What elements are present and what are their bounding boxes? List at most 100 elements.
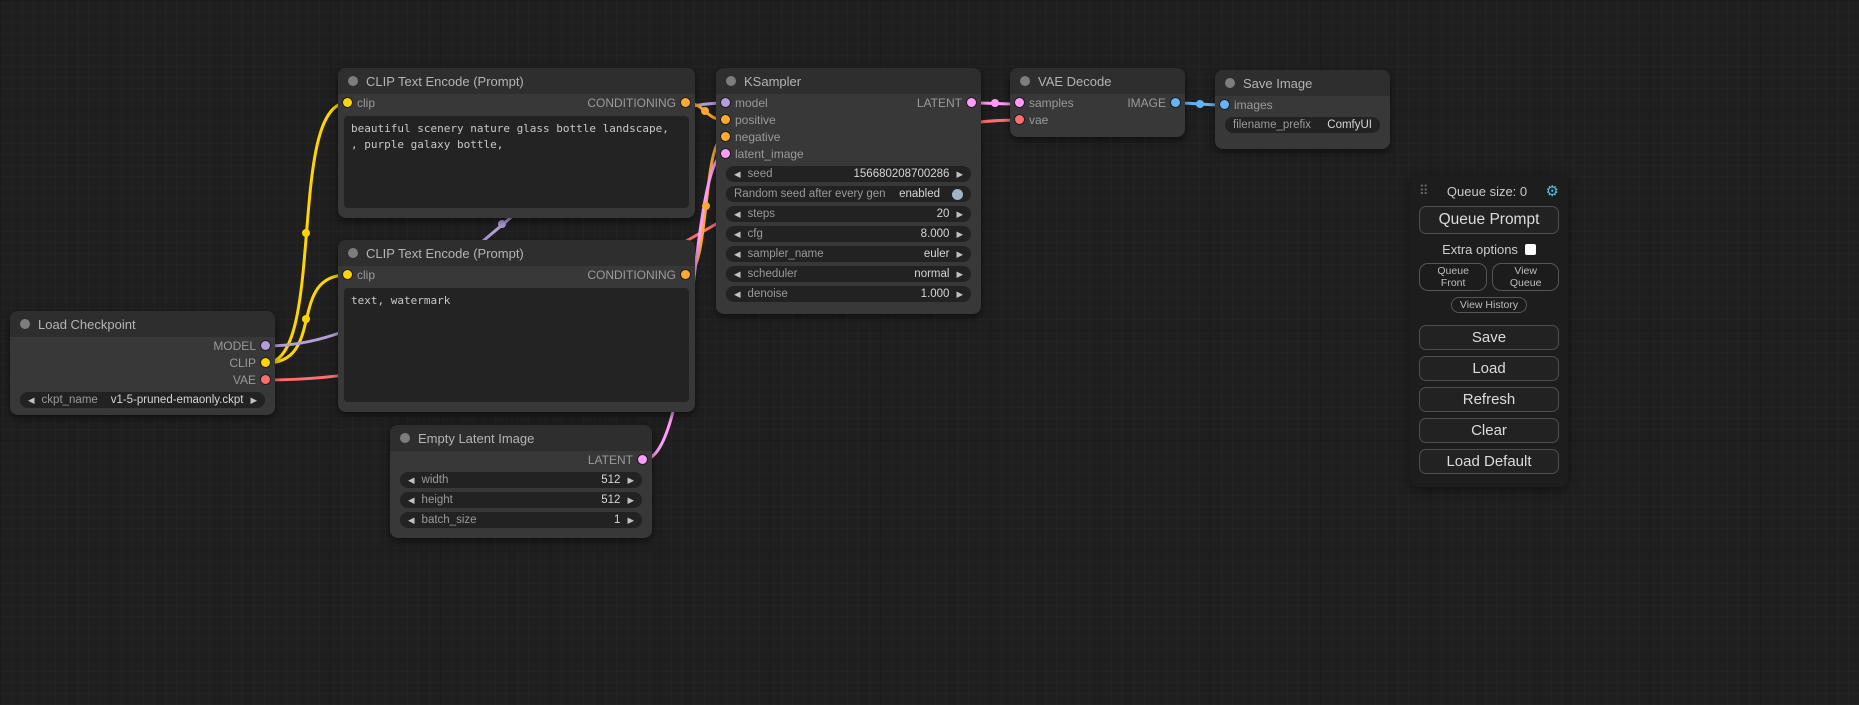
drag-handle-icon[interactable]: ⠿ bbox=[1419, 183, 1429, 199]
load-button[interactable]: Load bbox=[1419, 356, 1559, 381]
collapse-dot-icon[interactable] bbox=[348, 248, 358, 258]
view-history-button[interactable]: View History bbox=[1451, 297, 1527, 313]
output-dot-latent[interactable] bbox=[967, 98, 976, 107]
node-title-bar[interactable]: KSampler bbox=[716, 68, 981, 94]
seed-widget[interactable]: ◀ seed 156680208700286 ▶ bbox=[726, 166, 971, 182]
node-empty-latent-image[interactable]: Empty Latent Image LATENT ◀ width 512 ▶ … bbox=[390, 425, 652, 538]
output-dot-vae[interactable] bbox=[261, 375, 270, 384]
node-title-bar[interactable]: Load Checkpoint bbox=[10, 311, 275, 337]
node-title: CLIP Text Encode (Prompt) bbox=[366, 246, 524, 261]
output-dot-clip[interactable] bbox=[261, 358, 270, 367]
cfg-widget[interactable]: ◀ cfg 8.000 ▶ bbox=[726, 226, 971, 242]
positive-prompt-textarea[interactable]: beautiful scenery nature glass bottle la… bbox=[344, 116, 689, 208]
slot-label: IMAGE bbox=[1127, 96, 1166, 110]
widget-value: 156680208700286 bbox=[854, 168, 950, 180]
input-dot-vae[interactable] bbox=[1015, 115, 1024, 124]
node-load-checkpoint[interactable]: Load Checkpoint MODEL CLIP VAE ◀ ckpt_na… bbox=[10, 311, 275, 415]
refresh-button[interactable]: Refresh bbox=[1419, 387, 1559, 412]
output-dot-model[interactable] bbox=[261, 341, 270, 350]
save-button[interactable]: Save bbox=[1419, 325, 1559, 350]
increment-arrow-icon[interactable]: ▶ bbox=[956, 250, 963, 259]
ckpt-name-widget[interactable]: ◀ ckpt_name v1-5-pruned-emaonly.ckpt ▶ bbox=[20, 392, 265, 408]
node-clip-text-encode-positive[interactable]: CLIP Text Encode (Prompt) clip CONDITION… bbox=[338, 68, 695, 218]
node-title-bar[interactable]: VAE Decode bbox=[1010, 68, 1185, 94]
steps-widget[interactable]: ◀ steps 20 ▶ bbox=[726, 206, 971, 222]
filename-prefix-widget[interactable]: filename_prefix ComfyUI bbox=[1225, 117, 1380, 133]
node-title-bar[interactable]: Save Image bbox=[1215, 70, 1390, 96]
height-widget[interactable]: ◀ height 512 ▶ bbox=[400, 492, 642, 508]
output-dot-conditioning[interactable] bbox=[681, 98, 690, 107]
decrement-arrow-icon[interactable]: ◀ bbox=[408, 476, 415, 485]
history-row: View History bbox=[1419, 297, 1559, 313]
clear-button[interactable]: Clear bbox=[1419, 418, 1559, 443]
collapse-dot-icon[interactable] bbox=[20, 319, 30, 329]
output-slot-latent: LATENT bbox=[390, 451, 652, 468]
input-dot-images[interactable] bbox=[1220, 100, 1229, 109]
output-dot-image[interactable] bbox=[1171, 98, 1180, 107]
increment-arrow-icon[interactable]: ▶ bbox=[956, 170, 963, 179]
increment-arrow-icon[interactable]: ▶ bbox=[627, 496, 634, 505]
batch-size-widget[interactable]: ◀ batch_size 1 ▶ bbox=[400, 512, 642, 528]
comfyui-canvas[interactable]: { "icons": { "left_arrow": "◀", "right_a… bbox=[0, 0, 1859, 705]
decrement-arrow-icon[interactable]: ◀ bbox=[734, 210, 741, 219]
denoise-widget[interactable]: ◀ denoise 1.000 ▶ bbox=[726, 286, 971, 302]
slot-row: clip CONDITIONING bbox=[338, 94, 695, 111]
collapse-dot-icon[interactable] bbox=[726, 76, 736, 86]
input-dot-latent-image[interactable] bbox=[721, 149, 730, 158]
wire-midpoint-dot bbox=[701, 107, 709, 115]
increment-arrow-icon[interactable]: ▶ bbox=[250, 396, 257, 405]
decrement-arrow-icon[interactable]: ◀ bbox=[734, 290, 741, 299]
negative-prompt-textarea[interactable]: text, watermark bbox=[344, 288, 689, 402]
node-title-bar[interactable]: Empty Latent Image bbox=[390, 425, 652, 451]
random-seed-toggle[interactable]: Random seed after every gen enabled bbox=[726, 186, 971, 202]
node-save-image[interactable]: Save Image images filename_prefix ComfyU… bbox=[1215, 70, 1390, 149]
width-widget[interactable]: ◀ width 512 ▶ bbox=[400, 472, 642, 488]
decrement-arrow-icon[interactable]: ◀ bbox=[408, 516, 415, 525]
input-dot-samples[interactable] bbox=[1015, 98, 1024, 107]
node-vae-decode[interactable]: VAE Decode samples IMAGE vae bbox=[1010, 68, 1185, 137]
input-dot-clip[interactable] bbox=[343, 270, 352, 279]
increment-arrow-icon[interactable]: ▶ bbox=[956, 230, 963, 239]
queue-front-button[interactable]: Queue Front bbox=[1419, 263, 1487, 291]
slot-label: latent_image bbox=[735, 147, 804, 161]
view-queue-button[interactable]: View Queue bbox=[1492, 263, 1559, 291]
increment-arrow-icon[interactable]: ▶ bbox=[627, 476, 634, 485]
decrement-arrow-icon[interactable]: ◀ bbox=[408, 496, 415, 505]
extra-options-checkbox[interactable] bbox=[1525, 244, 1536, 255]
collapse-dot-icon[interactable] bbox=[1020, 76, 1030, 86]
input-dot-model[interactable] bbox=[721, 98, 730, 107]
input-dot-negative[interactable] bbox=[721, 132, 730, 141]
node-title-bar[interactable]: CLIP Text Encode (Prompt) bbox=[338, 68, 695, 94]
widget-value: 20 bbox=[937, 208, 950, 220]
decrement-arrow-icon[interactable]: ◀ bbox=[734, 250, 741, 259]
slot-label: model bbox=[735, 96, 768, 110]
increment-arrow-icon[interactable]: ▶ bbox=[956, 210, 963, 219]
node-ksampler[interactable]: KSampler model LATENT positive negative … bbox=[716, 68, 981, 314]
settings-gear-icon[interactable]: ⚙ bbox=[1546, 182, 1559, 200]
widget-value: 512 bbox=[601, 494, 620, 506]
output-dot-conditioning[interactable] bbox=[681, 270, 690, 279]
input-dot-clip[interactable] bbox=[343, 98, 352, 107]
decrement-arrow-icon[interactable]: ◀ bbox=[734, 170, 741, 179]
scheduler-widget[interactable]: ◀ scheduler normal ▶ bbox=[726, 266, 971, 282]
decrement-arrow-icon[interactable]: ◀ bbox=[28, 396, 35, 405]
decrement-arrow-icon[interactable]: ◀ bbox=[734, 270, 741, 279]
output-dot-latent[interactable] bbox=[638, 455, 647, 464]
input-dot-positive[interactable] bbox=[721, 115, 730, 124]
collapse-dot-icon[interactable] bbox=[348, 76, 358, 86]
node-title-bar[interactable]: CLIP Text Encode (Prompt) bbox=[338, 240, 695, 266]
collapse-dot-icon[interactable] bbox=[400, 433, 410, 443]
increment-arrow-icon[interactable]: ▶ bbox=[627, 516, 634, 525]
increment-arrow-icon[interactable]: ▶ bbox=[956, 290, 963, 299]
collapse-dot-icon[interactable] bbox=[1225, 78, 1235, 88]
node-clip-text-encode-negative[interactable]: CLIP Text Encode (Prompt) clip CONDITION… bbox=[338, 240, 695, 412]
node-title: KSampler bbox=[744, 74, 801, 89]
increment-arrow-icon[interactable]: ▶ bbox=[956, 270, 963, 279]
queue-prompt-button[interactable]: Queue Prompt bbox=[1419, 206, 1559, 234]
toggle-knob-icon[interactable] bbox=[952, 189, 963, 200]
load-default-button[interactable]: Load Default bbox=[1419, 449, 1559, 474]
decrement-arrow-icon[interactable]: ◀ bbox=[734, 230, 741, 239]
sampler-name-widget[interactable]: ◀ sampler_name euler ▶ bbox=[726, 246, 971, 262]
slot-label: CLIP bbox=[229, 356, 256, 370]
slot-label: MODEL bbox=[213, 339, 256, 353]
